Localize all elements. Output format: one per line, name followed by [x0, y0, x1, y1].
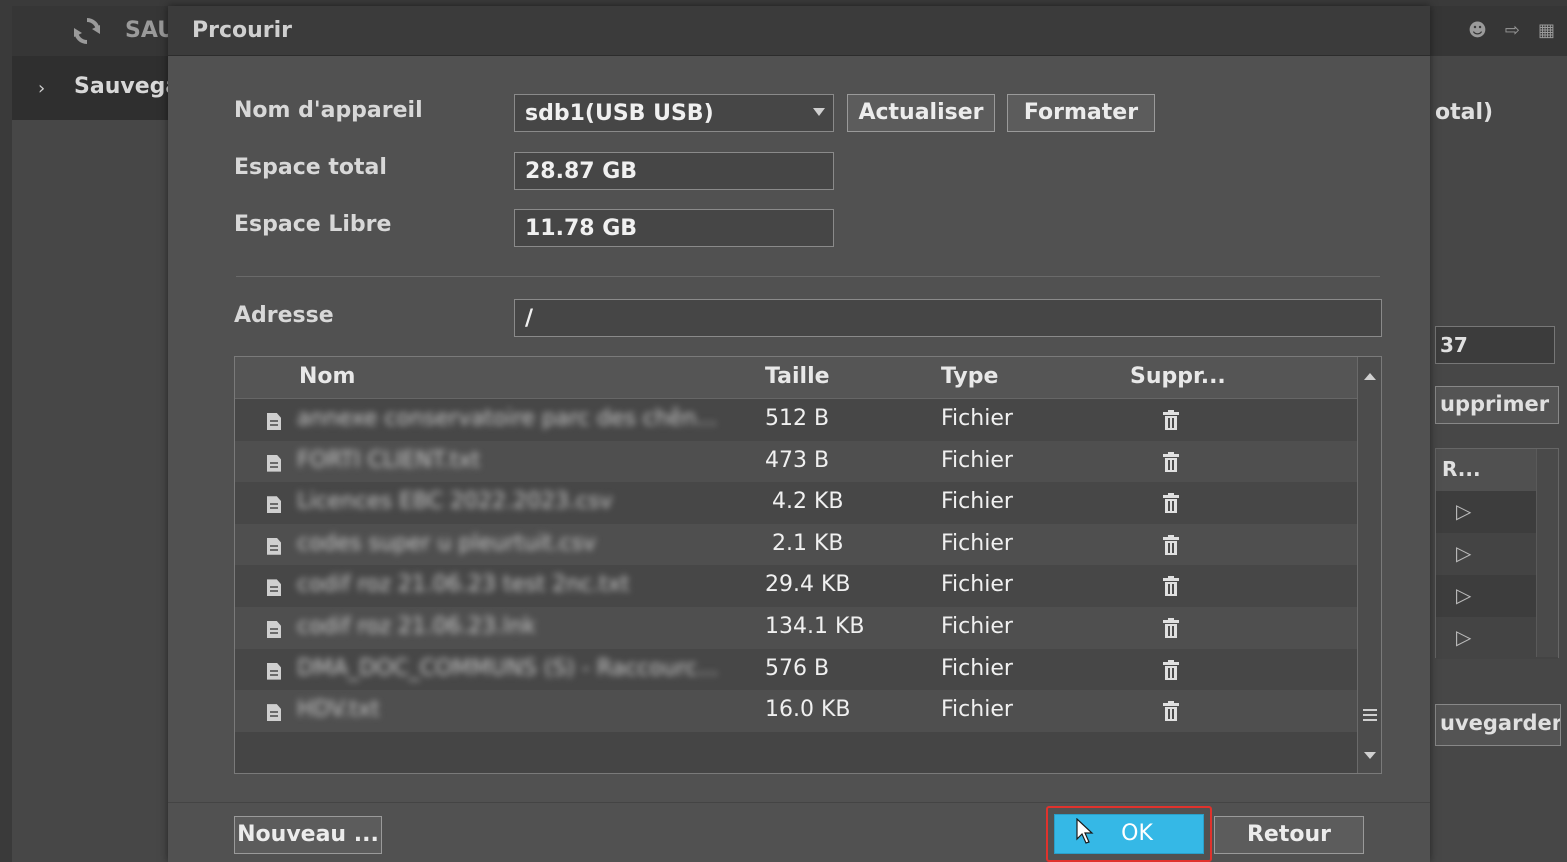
sidebar-item-backup[interactable]: Sauvega: [74, 74, 180, 99]
file-type: Fichier: [941, 447, 1013, 473]
file-size: 512 B: [765, 406, 830, 431]
file-type: Fichier: [941, 572, 1013, 598]
column-header-delete[interactable]: Suppr...: [1130, 364, 1226, 389]
file-name: codif roz 21.06.23.lnk: [297, 613, 536, 639]
table-row[interactable]: codes super u pleurtuit.csv 2.1 KB Fichi…: [235, 523, 1357, 566]
table-rows: annexe conservatoire parc des chên... 51…: [235, 399, 1357, 732]
scroll-down-icon[interactable]: [1364, 752, 1376, 759]
file-size: 576 B: [765, 655, 830, 681]
file-type: Fichier: [941, 655, 1013, 681]
file-size: 473 B: [765, 447, 830, 473]
scroll-up-icon[interactable]: [1364, 373, 1376, 380]
file-size: 16.0 KB: [765, 697, 851, 723]
file-name: HDV.txt: [297, 697, 380, 723]
file-type: Fichier: [941, 406, 1013, 431]
background-field[interactable]: 37: [1435, 326, 1555, 364]
table-row[interactable]: annexe conservatoire parc des chên... 51…: [235, 399, 1357, 441]
trash-icon[interactable]: [1163, 576, 1179, 597]
file-icon: [267, 704, 281, 722]
chevron-right-icon: ›: [38, 78, 46, 99]
mouse-cursor-icon: [1076, 818, 1094, 844]
refresh-button[interactable]: Actualiser: [847, 94, 995, 132]
file-type: Fichier: [941, 697, 1013, 723]
dialog-title: Prcourir: [192, 18, 293, 43]
file-name: Licences EBC 2022.2023.csv: [297, 489, 613, 515]
device-select-value: sdb1(USB USB): [525, 101, 714, 126]
browse-dialog: Prcourir Nom d'appareil sdb1(USB USB) Ac…: [168, 6, 1430, 862]
column-header-name[interactable]: Nom: [299, 364, 355, 389]
trash-icon[interactable]: [1163, 534, 1179, 555]
file-type: Fichier: [941, 530, 1013, 556]
table-scrollbar[interactable]: [1357, 357, 1381, 773]
topbar-icons: ☻ ⇨ ▦: [1468, 20, 1555, 41]
file-icon: [267, 662, 281, 680]
new-folder-button[interactable]: Nouveau ...: [234, 816, 382, 854]
footer-divider: [168, 802, 1430, 803]
file-name: annexe conservatoire parc des chên...: [297, 406, 718, 431]
file-size: 4.2 KB: [765, 489, 844, 515]
file-type: Fichier: [941, 613, 1013, 639]
file-size: 2.1 KB: [765, 530, 844, 556]
table-row[interactable]: codif roz 21.06.23.lnk 134.1 KB Fichier: [235, 606, 1357, 649]
file-name: codes super u pleurtuit.csv: [297, 530, 596, 556]
file-type: Fichier: [941, 489, 1013, 515]
file-size: 29.4 KB: [765, 572, 851, 598]
file-name: DMA_DOC_COMMUNS (S) - Raccourc...: [297, 655, 719, 681]
file-name: FORTI CLIENT.txt: [297, 447, 481, 473]
format-button[interactable]: Formater: [1007, 94, 1155, 132]
table-row[interactable]: HDV.txt 16.0 KB Fichier: [235, 690, 1357, 732]
trash-icon[interactable]: [1163, 451, 1179, 472]
free-space-label: Espace Libre: [234, 212, 392, 237]
file-icon: [267, 454, 281, 472]
address-field[interactable]: /: [514, 299, 1382, 337]
qr-code-icon[interactable]: ▦: [1538, 20, 1555, 41]
refresh-logo-icon: [74, 18, 100, 44]
device-select[interactable]: sdb1(USB USB): [514, 94, 834, 132]
dialog-titlebar: Prcourir: [168, 6, 1430, 56]
file-icon: [267, 579, 281, 597]
background-scrollbar[interactable]: [1536, 449, 1558, 657]
section-divider: [236, 276, 1380, 277]
user-icon[interactable]: ☻: [1468, 20, 1487, 41]
trash-icon[interactable]: [1163, 493, 1179, 514]
table-row[interactable]: Licences EBC 2022.2023.csv 4.2 KB Fichie…: [235, 482, 1357, 524]
file-icon: [267, 496, 281, 514]
file-name: codif roz 21.06.23 test 2nc.txt: [297, 572, 630, 598]
table-row[interactable]: DMA_DOC_COMMUNS (S) - Raccourc... 576 B …: [235, 648, 1357, 691]
trash-icon[interactable]: [1163, 617, 1179, 638]
back-button[interactable]: Retour: [1214, 816, 1364, 854]
file-icon: [267, 620, 281, 638]
trash-icon[interactable]: [1163, 410, 1179, 430]
logout-icon[interactable]: ⇨: [1505, 20, 1520, 41]
column-header-type[interactable]: Type: [941, 364, 998, 389]
total-space-field: 28.87 GB: [514, 152, 834, 190]
trash-icon[interactable]: [1163, 701, 1179, 722]
scroll-thumb[interactable]: [1363, 709, 1377, 721]
ok-button-label: OK: [1121, 821, 1153, 846]
free-space-field: 11.78 GB: [514, 209, 834, 247]
device-name-label: Nom d'appareil: [234, 98, 423, 123]
file-table: Nom Taille Type Suppr... annexe conserva…: [234, 356, 1382, 774]
trash-icon[interactable]: [1163, 659, 1179, 680]
file-icon: [267, 537, 281, 555]
background-total-label: otal): [1435, 100, 1494, 125]
table-row[interactable]: codif roz 21.06.23 test 2nc.txt 29.4 KB …: [235, 565, 1357, 607]
chevron-down-icon: [813, 108, 825, 116]
table-header: Nom Taille Type Suppr...: [235, 357, 1357, 399]
file-size: 134.1 KB: [765, 613, 865, 639]
table-row[interactable]: FORTI CLIENT.txt 473 B Fichier: [235, 440, 1357, 483]
background-save-button[interactable]: uvegarder: [1435, 704, 1561, 746]
background-delete-button[interactable]: upprimer: [1435, 386, 1559, 424]
background-table: R... ▷ ▷ ▷ ▷: [1435, 448, 1559, 659]
address-label: Adresse: [234, 303, 334, 328]
total-space-label: Espace total: [234, 155, 387, 180]
file-icon: [267, 413, 281, 430]
column-header-size[interactable]: Taille: [765, 364, 830, 389]
